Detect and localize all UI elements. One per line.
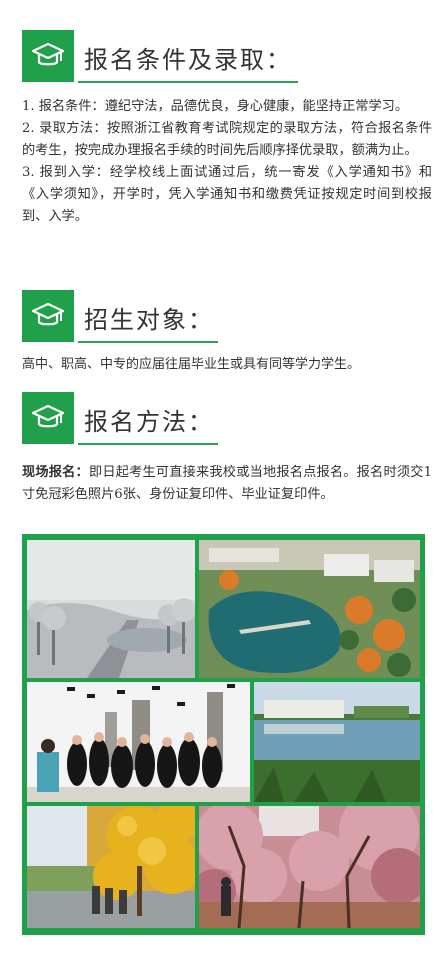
graduation-cap-icon bbox=[22, 290, 74, 342]
lakeside-building-photo bbox=[254, 682, 420, 802]
graduation-cap-icon bbox=[22, 30, 74, 82]
condition-item: 1. 报名条件：遵纪守法，品德优良，身心健康，能坚持正常学习。 bbox=[22, 99, 409, 114]
section-title: 报名条件及录取： bbox=[84, 46, 292, 74]
graduation-celebration-photo bbox=[27, 682, 250, 802]
section-title: 招生对象： bbox=[84, 306, 214, 334]
cherry-blossom-photo bbox=[199, 806, 420, 928]
title-underline bbox=[78, 341, 218, 343]
registration-method: 现场报名：即日起考生可直接来我校或当地报名点报名。报名时须交1寸免冠彩色照片6张… bbox=[22, 462, 432, 506]
ginkgo-autumn-photo bbox=[27, 806, 195, 928]
title-underline bbox=[78, 81, 298, 83]
enroll-conditions: 1. 报名条件：遵纪守法，品德优良，身心健康，能坚持正常学习。 2. 录取方法：… bbox=[22, 96, 432, 228]
condition-item: 3. 报到入学：经学校线上面试通过后，统一寄发《入学通知书》和《入学须知》，开学… bbox=[22, 165, 432, 224]
section-title: 报名方法： bbox=[84, 408, 214, 436]
aerial-lake-bridge-photo bbox=[199, 540, 420, 678]
snowy-campus-photo bbox=[27, 540, 195, 678]
campus-photo-collage bbox=[22, 534, 425, 935]
graduation-cap-icon bbox=[22, 392, 74, 444]
condition-item: 2. 录取方法：按照浙江省教育考试院规定的录取方法，符合报名条件的考生，按完成办… bbox=[22, 121, 432, 158]
title-underline bbox=[78, 443, 218, 445]
target-students: 高中、职高、中专的应届往届毕业生或具有同等学力学生。 bbox=[22, 357, 361, 372]
method-label: 现场报名： bbox=[22, 465, 89, 480]
